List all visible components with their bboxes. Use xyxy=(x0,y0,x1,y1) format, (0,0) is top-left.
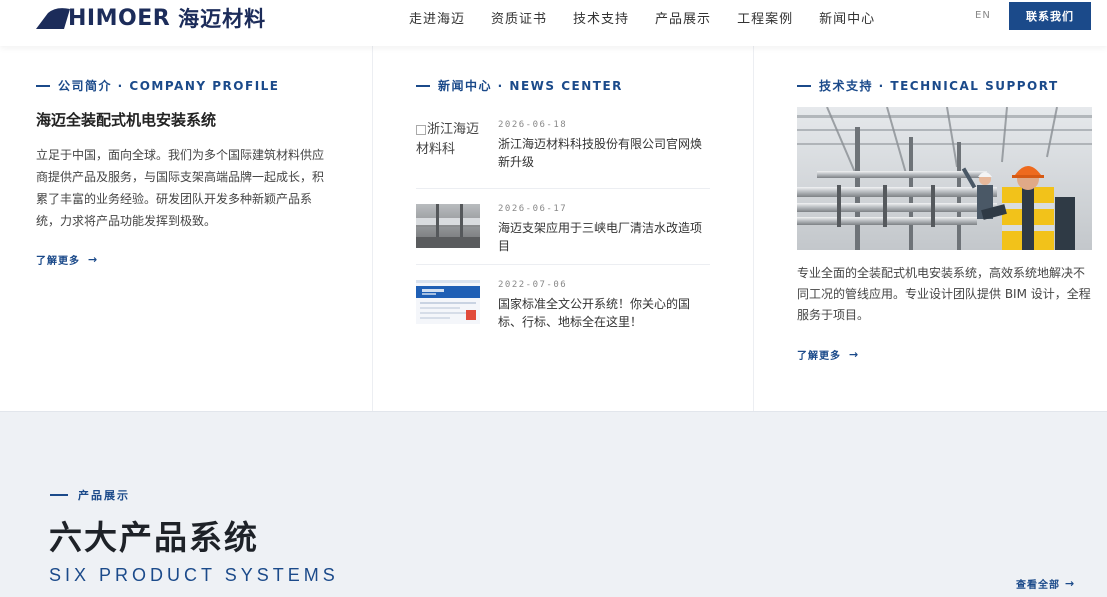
company-heading: 海迈全装配式机电安装系统 xyxy=(36,111,217,129)
news-title[interactable]: 浙江海迈材料科技股份有限公司官网焕新升级 xyxy=(498,135,710,171)
view-all-link[interactable]: 查看全部 → xyxy=(1016,576,1075,591)
nav-item-certificates[interactable]: 资质证书 xyxy=(491,8,547,27)
company-profile-section: 公司简介 · COMPANY PROFILE 海迈全装配式机电安装系统 立足于中… xyxy=(0,46,373,411)
logo-chinese-text: 海迈材料 xyxy=(178,7,267,31)
company-more-link[interactable]: 了解更多 → xyxy=(36,252,98,267)
company-description: 立足于中国，面向全球。我们为多个国际建筑材料供应商提供产品及服务，与国际支架高端… xyxy=(36,148,325,228)
news-section: 新闻中心 · NEWS CENTER 浙江海迈材料科 2026-06-18 浙江… xyxy=(373,46,754,411)
logo-text: HIMOER xyxy=(68,5,171,31)
tech-section-title-text: 技术支持 · TECHNICAL SUPPORT xyxy=(819,79,1059,93)
products-label: 产品展示 xyxy=(50,487,130,503)
logo-mark-icon xyxy=(36,8,70,29)
news-thumbnail xyxy=(416,280,480,324)
nav-item-news[interactable]: 新闻中心 xyxy=(819,8,875,27)
pipe-support-thumbnail xyxy=(416,204,480,248)
title-dash xyxy=(50,494,68,496)
products-section: 产品展示 六大产品系统 SIX PRODUCT SYSTEMS 查看全部 → xyxy=(0,411,1107,597)
company-section-title: 公司简介 · COMPANY PROFILE xyxy=(36,77,280,94)
news-date: 2022-07-06 xyxy=(498,280,568,290)
company-more-label: 了解更多 xyxy=(36,256,80,267)
info-columns: 公司简介 · COMPANY PROFILE 海迈全装配式机电安装系统 立足于中… xyxy=(0,46,1107,411)
news-thumbnail xyxy=(416,204,480,248)
tech-support-section: 技术支持 · TECHNICAL SUPPORT 专业全面的全装配式机电安装系统… xyxy=(754,46,1107,411)
site-header: HIMOER 海迈材料 走进海迈 资质证书 技术支持 产品展示 工程案例 新闻中… xyxy=(0,0,1107,46)
products-title: 六大产品系统 xyxy=(49,518,259,557)
nav-item-cases[interactable]: 工程案例 xyxy=(737,8,793,27)
website-screenshot-thumbnail xyxy=(416,280,480,324)
news-body: 2022-07-06 国家标准全文公开系统！你关心的国标、行标、地标全在这里！ xyxy=(498,280,710,340)
tech-section-title: 技术支持 · TECHNICAL SUPPORT xyxy=(797,77,1059,94)
view-all-label: 查看全部 xyxy=(1016,580,1060,591)
news-item[interactable]: 2022-07-06 国家标准全文公开系统！你关心的国标、行标、地标全在这里！ xyxy=(416,280,710,340)
arrow-right-icon: → xyxy=(849,348,860,361)
contact-button[interactable]: 联系我们 xyxy=(1009,2,1091,30)
main-nav: 走进海迈 资质证书 技术支持 产品展示 工程案例 新闻中心 xyxy=(409,0,901,34)
workers-pipe-installation-image xyxy=(797,107,1092,250)
tech-support-photo xyxy=(797,107,1092,250)
nav-item-tech-support[interactable]: 技术支持 xyxy=(573,8,629,27)
title-dash xyxy=(797,84,811,87)
news-title[interactable]: 海迈支架应用于三峡电厂清洁水改造项目 xyxy=(498,219,710,255)
broken-image-icon xyxy=(416,124,426,135)
news-title[interactable]: 国家标准全文公开系统！你关心的国标、行标、地标全在这里！ xyxy=(498,295,710,331)
title-dash xyxy=(416,84,430,87)
arrow-right-icon: → xyxy=(88,253,99,266)
logo[interactable]: HIMOER 海迈材料 xyxy=(36,4,266,32)
tech-more-link[interactable]: 了解更多 → xyxy=(797,347,859,362)
products-label-text: 产品展示 xyxy=(78,489,130,502)
news-date: 2026-06-17 xyxy=(498,204,568,214)
news-section-title-text: 新闻中心 · NEWS CENTER xyxy=(438,79,623,93)
news-item[interactable]: 浙江海迈材料科 2026-06-18 浙江海迈材料科技股份有限公司官网焕新升级 xyxy=(416,120,710,189)
news-item[interactable]: 2026-06-17 海迈支架应用于三峡电厂清洁水改造项目 xyxy=(416,204,710,265)
tech-more-label: 了解更多 xyxy=(797,351,841,362)
news-date: 2026-06-18 xyxy=(498,120,568,130)
news-thumbnail-broken: 浙江海迈材料科 xyxy=(416,120,480,164)
broken-image-alt: 浙江海迈材料科 xyxy=(416,120,480,164)
news-section-title: 新闻中心 · NEWS CENTER xyxy=(416,77,623,94)
company-section-title-text: 公司简介 · COMPANY PROFILE xyxy=(58,79,280,93)
tech-description: 专业全面的全装配式机电安装系统，高效系统地解决不同工况的管线应用。专业设计团队提… xyxy=(797,266,1091,322)
language-switch[interactable]: EN xyxy=(975,10,991,21)
products-subtitle: SIX PRODUCT SYSTEMS xyxy=(49,565,339,585)
nav-item-about[interactable]: 走进海迈 xyxy=(409,8,465,27)
title-dash xyxy=(36,84,50,87)
news-body: 2026-06-17 海迈支架应用于三峡电厂清洁水改造项目 xyxy=(498,204,710,264)
news-body: 2026-06-18 浙江海迈材料科技股份有限公司官网焕新升级 xyxy=(498,120,710,188)
nav-item-products[interactable]: 产品展示 xyxy=(655,8,711,27)
arrow-right-icon: → xyxy=(1065,577,1076,590)
